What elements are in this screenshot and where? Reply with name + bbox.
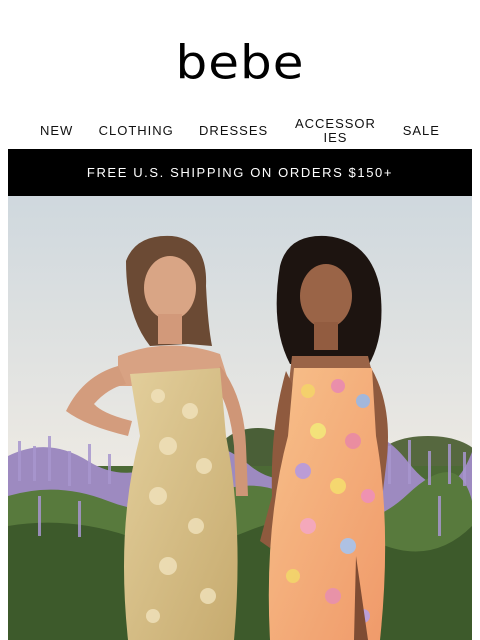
- free-shipping-text: FREE U.S. SHIPPING ON ORDERS $150+: [86, 165, 394, 180]
- hero-illustration: [8, 196, 472, 640]
- bebe-logo[interactable]: bebe: [0, 40, 480, 86]
- email-header: bebe: [0, 0, 480, 113]
- nav-item-clothing[interactable]: CLOTHING: [99, 124, 174, 138]
- free-shipping-banner[interactable]: FREE U.S. SHIPPING ON ORDERS $150+: [8, 149, 472, 196]
- main-navigation: NEW CLOTHING DRESSES ACCESSORIES SALE: [40, 113, 440, 149]
- nav-item-dresses[interactable]: DRESSES: [199, 124, 268, 138]
- hero-image[interactable]: [8, 196, 472, 640]
- model-right: [260, 235, 388, 640]
- nav-item-sale[interactable]: SALE: [403, 124, 440, 138]
- nav-item-accessories[interactable]: ACCESSORIES: [293, 117, 377, 145]
- nav-item-new[interactable]: NEW: [40, 124, 73, 138]
